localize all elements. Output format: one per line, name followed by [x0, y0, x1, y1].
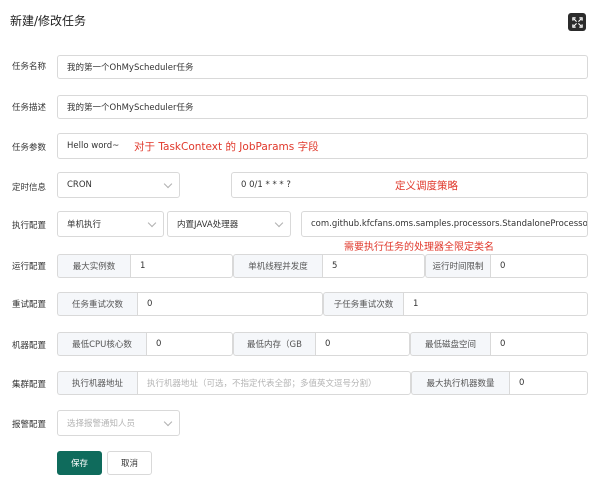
task-desc-value: 我的第一个OhMyScheduler任务 [67, 103, 194, 113]
cluster-label: 集群配置 [12, 380, 47, 390]
timing-label: 定时信息 [12, 183, 47, 193]
max-instances-input[interactable]: 1 [130, 254, 233, 278]
alarm-label: 报警配置 [12, 420, 47, 430]
processor-info-value: com.github.kfcfans.oms.samples.processor… [311, 219, 588, 229]
task-params-value: Hello word~ [67, 141, 120, 151]
chevron-down-icon [163, 179, 173, 189]
timing-annotation: 定义调度策略 [395, 180, 458, 192]
min-memory-value: 0 [325, 339, 331, 349]
save-button[interactable]: 保存 [57, 451, 102, 475]
chevron-down-icon [163, 417, 173, 427]
processor-type-value: 内置JAVA处理器 [177, 220, 239, 230]
time-limit-label: 运行时间限制 [425, 254, 490, 278]
chevron-down-icon [274, 218, 284, 228]
max-instances-label: 最大实例数 [57, 254, 130, 278]
task-name-input[interactable]: 我的第一个OhMyScheduler任务 [57, 55, 588, 79]
time-type-value: CRON [67, 180, 92, 190]
min-memory-input[interactable]: 0 [315, 332, 410, 356]
machine-label: 机器配置 [12, 341, 47, 351]
execute-type-select[interactable]: 单机执行 [57, 211, 164, 237]
min-cpu-input[interactable]: 0 [146, 332, 233, 356]
min-disk-value: 0 [500, 339, 506, 349]
subtask-retry-input[interactable]: 1 [403, 292, 588, 316]
params-annotation: 对于 TaskContext 的 JobParams 字段 [134, 141, 319, 153]
min-cpu-label: 最低CPU核心数 [57, 332, 146, 356]
max-machines-value: 0 [519, 378, 525, 388]
dialog-title: 新建/修改任务 [10, 14, 87, 28]
time-limit-input[interactable]: 0 [490, 254, 588, 278]
subtask-retry-label: 子任务重试次数 [323, 292, 403, 316]
min-disk-label: 最低磁盘空间 [410, 332, 490, 356]
alarm-placeholder: 选择报警通知人员 [67, 419, 136, 429]
max-instances-value: 1 [140, 261, 146, 271]
address-input[interactable]: 执行机器地址（可选，不指定代表全部；多值英文逗号分割） [137, 371, 411, 395]
expand-icon [571, 16, 583, 28]
task-name-value: 我的第一个OhMyScheduler任务 [67, 63, 194, 73]
retry-label: 重试配置 [12, 300, 47, 310]
task-desc-input[interactable]: 我的第一个OhMyScheduler任务 [57, 95, 588, 119]
max-machines-input[interactable]: 0 [509, 371, 588, 395]
task-desc-label: 任务描述 [12, 103, 47, 113]
chevron-down-icon [147, 218, 157, 228]
task-retry-input[interactable]: 0 [137, 292, 323, 316]
alarm-select[interactable]: 选择报警通知人员 [57, 410, 180, 436]
time-limit-value: 0 [500, 261, 506, 271]
processor-type-select[interactable]: 内置JAVA处理器 [167, 211, 291, 237]
execution-label: 执行配置 [12, 221, 47, 231]
processor-annotation: 需要执行任务的处理器全限定类名 [344, 242, 494, 253]
threads-value: 5 [332, 261, 338, 271]
expand-button[interactable] [568, 13, 586, 31]
subtask-retry-value: 1 [413, 299, 419, 309]
runtime-label: 运行配置 [12, 262, 47, 272]
threads-input[interactable]: 5 [322, 254, 425, 278]
processor-info-input[interactable]: com.github.kfcfans.oms.samples.processor… [301, 211, 588, 237]
threads-label: 单机线程并发度 [233, 254, 322, 278]
min-cpu-value: 0 [156, 339, 162, 349]
time-type-select[interactable]: CRON [57, 172, 180, 198]
task-retry-label: 任务重试次数 [57, 292, 137, 316]
max-machines-label: 最大执行机器数量 [411, 371, 509, 395]
address-placeholder: 执行机器地址（可选，不指定代表全部；多值英文逗号分割） [147, 379, 377, 389]
time-expression-value: 0 0/1 * * * ? [241, 180, 291, 190]
task-params-label: 任务参数 [12, 143, 47, 153]
min-disk-input[interactable]: 0 [490, 332, 588, 356]
task-name-label: 任务名称 [12, 62, 47, 72]
execute-type-value: 单机执行 [67, 220, 102, 230]
cancel-button[interactable]: 取消 [107, 451, 152, 475]
address-label: 执行机器地址 [57, 371, 137, 395]
min-memory-label: 最低内存（GB [233, 332, 315, 356]
task-retry-value: 0 [147, 299, 153, 309]
